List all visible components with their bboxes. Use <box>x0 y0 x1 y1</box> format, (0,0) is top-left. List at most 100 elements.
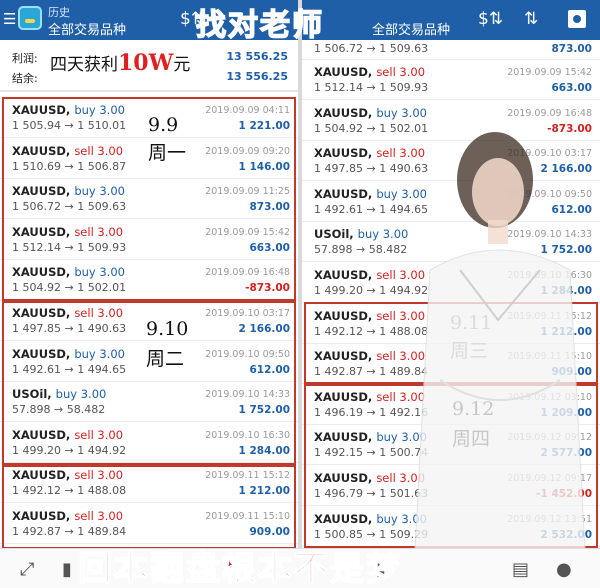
history-panel-left: ☰ 历史 全部交易品种 $⇅ 利润: 13 556.25 结余: 13 556.… <box>0 0 298 588</box>
trade-symbol-name: XAUUSD, <box>314 186 373 201</box>
trade-date: 2019.09.10 09:50 <box>205 348 290 360</box>
trade-symbol-name: XAUUSD, <box>314 308 373 323</box>
trade-type: sell 3.00 <box>74 143 124 158</box>
trade-row[interactable]: XAUUSD, buy 3.00 2019.09.09 16:48 1 504.92… <box>0 260 298 301</box>
trade-profit: 2 166.00 <box>540 163 592 176</box>
trade-symbol-name: XAUUSD, <box>314 349 373 364</box>
trade-prices: 1 492.87 → 1 489.84 <box>314 365 429 379</box>
trade-date: 2019.09.09 04:11 <box>205 105 290 116</box>
day-label-date: 9.12 <box>452 398 495 420</box>
chat-icon[interactable]: ● <box>556 559 572 580</box>
trade-profit: 1 146.00 <box>238 160 290 173</box>
trade-symbol: XAUUSD, sell 3.00 <box>12 509 123 523</box>
trade-type: sell 3.00 <box>74 509 124 523</box>
trade-prices: 1 504.92 → 1 502.01 <box>314 121 429 135</box>
sort-icon[interactable]: ⇅ <box>524 9 538 29</box>
trade-row[interactable]: XAUUSD, sell 3.00 2019.09.10 03:17 1 497.8… <box>302 141 600 182</box>
calendar-icon[interactable] <box>568 10 586 28</box>
trade-row[interactable]: XAUUSD, sell 3.00 2019.09.11 15:12 1 492.1… <box>0 463 298 504</box>
trade-symbol: USOil, buy 3.00 <box>314 227 408 241</box>
trade-prices: 1 504.92 → 1 502.01 <box>12 281 127 295</box>
trade-row[interactable]: XAUUSD, sell 3.00 2019.09.10 16:30 1 499.2… <box>0 423 298 463</box>
trade-symbol-name: XAUUSD, <box>314 65 373 79</box>
trade-symbol-name: XAUUSD, <box>12 143 71 158</box>
trade-symbol: XAUUSD, sell 3.00 <box>314 268 425 282</box>
trade-date: 2019.09.09 15:42 <box>205 226 290 238</box>
trade-date: 2019.09.12 09:12 <box>507 432 592 444</box>
trade-profit: 2 532.00 <box>540 528 592 541</box>
trade-prices: 1 492.15 → 1 500.74 <box>314 446 429 460</box>
profit-overlay-prefix: 四天获利 <box>50 55 118 75</box>
trade-arrows-icon[interactable]: ⤢ <box>20 559 34 580</box>
day-label-weekday: 周二 <box>146 348 185 370</box>
trade-symbol-name: XAUUSD, <box>12 509 71 523</box>
trade-prices: 1 506.72 → 1 509.63 <box>314 42 429 55</box>
trade-row[interactable]: XAUUSD, sell 3.00 2019.09.12 03:10 1 496.1… <box>302 385 600 425</box>
trade-type: buy 3.00 <box>74 265 125 280</box>
menu-icon[interactable]: ☰ <box>3 10 16 28</box>
trade-row[interactable]: XAUUSD, buy 3.00 2019.09.12 09:12 1 492.15… <box>302 425 600 466</box>
trade-symbol-name: XAUUSD, <box>12 346 71 361</box>
trade-profit: 909.00 <box>551 366 592 379</box>
trade-row[interactable]: XAUUSD, buy 3.00 2019.09.10 09:50 1 492.61… <box>302 182 600 222</box>
trade-type: buy 3.00 <box>55 387 107 402</box>
trade-symbol: XAUUSD, sell 3.00 <box>314 471 425 485</box>
trade-profit: 1 221.00 <box>238 120 290 132</box>
trade-profit: -1 452.00 <box>536 488 592 500</box>
chart-icon[interactable]: ▮ <box>62 559 72 580</box>
trade-row[interactable]: USOil, buy 3.00 2019.09.10 14:33 57.898 → … <box>302 222 600 263</box>
trade-symbol-name: USOil, <box>12 387 52 402</box>
trade-row[interactable]: XAUUSD, sell 3.00 2019.09.09 15:42 1 512.1… <box>302 60 600 100</box>
trade-row-partial[interactable]: 1 506.72 → 1 509.63 873.00 <box>302 40 600 60</box>
trade-row[interactable]: XAUUSD, sell 3.00 2019.09.10 16:30 1 499.2… <box>302 263 600 303</box>
news-icon[interactable]: ▤ <box>512 559 529 580</box>
trade-row[interactable]: XAUUSD, sell 3.00 2019.09.09 15:42 1 512.1… <box>0 220 298 260</box>
trade-symbol: XAUUSD, sell 3.00 <box>12 468 123 482</box>
trade-prices: 1 492.61 → 1 494.65 <box>12 362 127 376</box>
trade-symbol: XAUUSD, buy 3.00 <box>12 184 125 198</box>
trade-type: buy 3.00 <box>376 430 427 445</box>
trade-profit: 873.00 <box>551 43 592 55</box>
trade-type: buy 3.00 <box>74 346 125 361</box>
trade-row[interactable]: XAUUSD, sell 3.00 2019.09.11 15:10 1 492.8… <box>0 504 298 544</box>
trade-symbol: USOil, buy 3.00 <box>12 387 106 401</box>
trade-type: sell 3.00 <box>376 349 426 364</box>
trade-row[interactable]: XAUUSD, buy 3.00 2019.09.09 16:48 1 504.92… <box>302 101 600 141</box>
trade-symbol-name: XAUUSD, <box>12 265 71 280</box>
profit-overlay-text: 四天获利10W元 <box>50 50 190 76</box>
history-panel-right: 全部交易品种 $⇅ ⇅ 1 506.72 → 1 509.63 873.00 X… <box>302 0 600 588</box>
trade-profit: 1 212.00 <box>540 325 592 338</box>
trade-symbol: XAUUSD, sell 3.00 <box>314 309 425 323</box>
trade-type: sell 3.00 <box>376 65 426 79</box>
trade-symbol: XAUUSD, buy 3.00 <box>314 512 427 526</box>
trade-type: buy 3.00 <box>74 103 125 117</box>
trade-symbol-name: XAUUSD, <box>314 268 373 282</box>
trade-type: sell 3.00 <box>74 427 124 442</box>
trade-type: sell 3.00 <box>74 224 124 239</box>
trade-profit: 663.00 <box>249 241 290 254</box>
day-label-date: 9.10 <box>146 318 189 340</box>
day-label-weekday: 周一 <box>148 142 187 164</box>
trade-symbol-name: XAUUSD, <box>12 306 71 320</box>
trade-profit: 1 752.00 <box>238 404 290 417</box>
trade-date: 2019.09.11 15:12 <box>205 470 290 482</box>
trade-prices: 1 492.12 → 1 488.08 <box>12 484 127 498</box>
trade-date: 2019.09.09 15:42 <box>507 67 592 78</box>
trade-row[interactable]: XAUUSD, buy 3.00 2019.09.09 11:25 1 506.72… <box>0 179 298 220</box>
header-title[interactable]: 全部交易品种 <box>48 19 126 38</box>
trade-type: sell 3.00 <box>74 468 124 483</box>
day-label-weekday: 周四 <box>452 428 491 450</box>
header-title[interactable]: 全部交易品种 <box>372 19 450 38</box>
trade-symbol: XAUUSD, buy 3.00 <box>12 103 125 117</box>
trade-prices: 1 500.85 → 1 509.29 <box>314 527 429 541</box>
trade-type: sell 3.00 <box>74 306 124 320</box>
trade-row[interactable]: USOil, buy 3.00 2019.09.10 14:33 57.898 → … <box>0 382 298 423</box>
trade-row[interactable]: XAUUSD, sell 3.00 2019.09.12 09:17 1 496.7… <box>302 466 600 506</box>
trade-date: 2019.09.10 03:17 <box>507 148 592 160</box>
trade-date: 2019.09.09 09:20 <box>205 145 290 157</box>
trade-prices: 1 512.14 → 1 509.93 <box>314 81 429 94</box>
trade-prices: 1 496.19 → 1 492.16 <box>314 405 429 419</box>
dollar-swap-icon[interactable]: $⇅ <box>478 9 503 29</box>
trade-date: 2019.09.12 09:17 <box>507 473 592 484</box>
trade-prices: 1 506.72 → 1 509.63 <box>12 200 127 214</box>
